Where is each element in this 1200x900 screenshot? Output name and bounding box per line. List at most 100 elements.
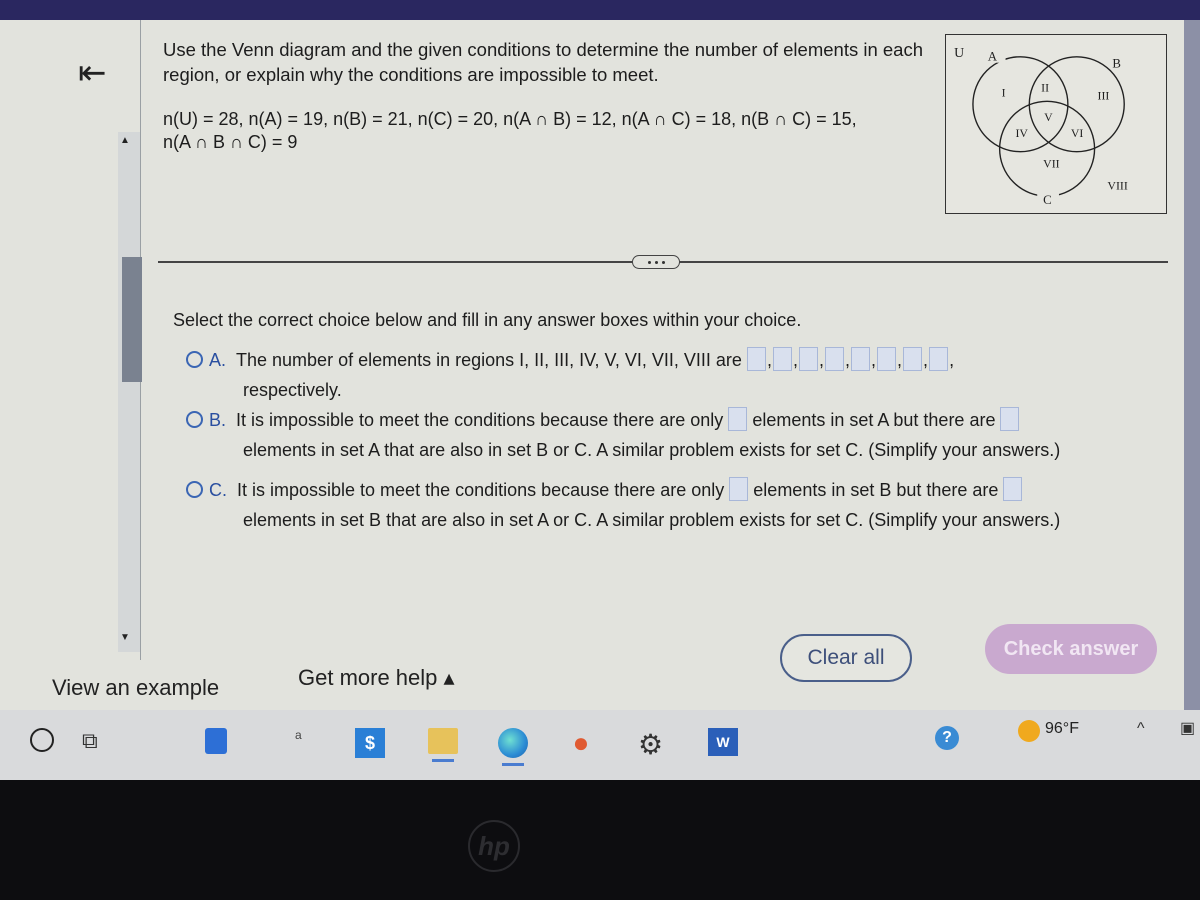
homework-app: ⇤ ▲ ▼ Use the Venn diagram and the given… [0, 20, 1200, 710]
taskbar-store[interactable] [205, 728, 227, 754]
blue-app-icon: $ [364, 732, 375, 753]
active-indicator [502, 763, 524, 766]
comma-separator: , [818, 350, 824, 370]
taskbar-settings[interactable]: ⚙ [638, 728, 663, 761]
choice-b-letter: B. [209, 410, 227, 430]
screen: ⇤ ▲ ▼ Use the Venn diagram and the given… [0, 0, 1200, 900]
comma-separator: , [792, 350, 798, 370]
choice-c-text-1: It is impossible to meet the conditions … [237, 480, 725, 500]
taskbar-app-a[interactable]: a [295, 728, 302, 742]
dot-icon [661, 260, 665, 264]
region-vii: VII [1043, 157, 1060, 171]
taskbar-edge[interactable] [498, 728, 528, 766]
choice-a-box-5[interactable] [851, 347, 871, 371]
choice-b-box-2[interactable] [1000, 407, 1020, 431]
active-indicator [432, 759, 454, 762]
app-a-icon: a [295, 728, 302, 742]
choice-c-text-3: elements in set B that are also in set A… [243, 510, 1061, 530]
question-scrollbar-track[interactable] [118, 132, 140, 652]
expand-more-button[interactable] [632, 255, 680, 269]
choice-c-box-2[interactable] [1003, 477, 1023, 501]
edge-browser-icon [498, 728, 528, 758]
choice-b-box-1[interactable] [728, 407, 748, 431]
word-icon: W [716, 734, 730, 750]
region-ii: II [1041, 80, 1049, 94]
choice-b-radio[interactable] [186, 411, 203, 428]
label-a: A [988, 50, 998, 64]
help-icon: ? [942, 729, 952, 746]
choice-a-text-after: respectively. [243, 380, 342, 400]
taskbar-search[interactable] [30, 728, 54, 752]
browser-top-bar [0, 0, 1200, 20]
weather-sun-icon[interactable] [1018, 720, 1040, 742]
check-answer-button[interactable]: Check answer [985, 624, 1157, 674]
store-icon [205, 728, 227, 754]
choice-b: B. It is impossible to meet the condition… [186, 405, 1146, 465]
choice-a-answer-boxes: ,,,,,,,, [746, 347, 955, 371]
region-viii: VIII [1107, 178, 1127, 192]
comma-separator: , [949, 350, 955, 370]
scroll-up-arrow-icon[interactable]: ▲ [120, 135, 130, 146]
choice-c-radio[interactable] [186, 481, 203, 498]
question-prompt: Use the Venn diagram and the given condi… [163, 39, 923, 85]
choice-a-box-2[interactable] [772, 347, 792, 371]
choice-a-box-7[interactable] [903, 347, 923, 371]
comma-separator: , [845, 350, 851, 370]
comma-separator: , [897, 350, 903, 370]
laptop-bezel [0, 780, 1200, 900]
choice-a-box-6[interactable] [877, 347, 897, 371]
hp-logo: hp [468, 820, 520, 872]
choice-a-text: The number of elements in regions I, II,… [236, 350, 742, 370]
question-conditions: n(U) = 28, n(A) = 19, n(B) = 21, n(C) = … [163, 108, 963, 154]
venn-svg: U A B C I II III IV V VI VII VIII [954, 45, 1128, 207]
label-c: C [1043, 193, 1052, 207]
choice-a-box-8[interactable] [929, 347, 949, 371]
choice-a-radio[interactable] [186, 351, 203, 368]
taskbar-file-explorer[interactable] [428, 728, 458, 762]
view-example-link[interactable]: View an example [52, 675, 219, 701]
choice-b-text-1: It is impossible to meet the conditions … [236, 410, 724, 430]
choice-b-text-3: elements in set A that are also in set B… [243, 440, 1061, 460]
choice-a-box-3[interactable] [798, 347, 818, 371]
clear-all-button[interactable]: Clear all [780, 634, 912, 682]
region-v: V [1044, 110, 1053, 124]
venn-diagram: U A B C I II III IV V VI VII VIII [945, 34, 1167, 214]
region-iv: IV [1015, 126, 1028, 140]
task-view-icon: ⧉ [82, 728, 98, 753]
choice-c: C. It is impossible to meet the condition… [186, 475, 1146, 535]
choice-b-text-2: elements in set A but there are [752, 410, 996, 430]
comma-separator: , [923, 350, 929, 370]
conditions-line-1: n(U) = 28, n(A) = 19, n(B) = 21, n(C) = … [163, 109, 857, 129]
gear-icon: ⚙ [638, 729, 664, 760]
region-i: I [1002, 85, 1006, 99]
taskbar-help[interactable]: ? [935, 726, 959, 750]
label-u: U [954, 45, 964, 60]
weather-temperature[interactable]: 96°F [1045, 720, 1079, 738]
choice-c-box-1[interactable] [729, 477, 749, 501]
windows-taskbar: ⧉ a $ ● ⚙ W ? 96°F ^ ▣ [0, 710, 1200, 780]
tray-chevron-icon[interactable]: ^ [1137, 720, 1145, 738]
right-scrollbar[interactable] [1184, 20, 1200, 710]
folder-icon [428, 728, 458, 754]
origin-icon: ● [572, 727, 590, 758]
choice-a-letter: A. [209, 350, 227, 370]
meet-camera-icon[interactable]: ▣ [1180, 718, 1195, 738]
label-b: B [1112, 57, 1121, 71]
choice-a-box-4[interactable] [825, 347, 844, 371]
region-vi: VI [1071, 126, 1084, 140]
choice-a-box-1[interactable] [746, 347, 766, 371]
taskbar-origin[interactable]: ● [568, 727, 594, 758]
taskbar-blue-app[interactable]: $ [355, 728, 385, 758]
dot-icon [654, 260, 658, 264]
comma-separator: , [766, 350, 772, 370]
get-more-help-link[interactable]: Get more help ▴ [298, 665, 455, 691]
taskbar-task-view[interactable]: ⧉ [82, 728, 98, 754]
conditions-line-2: n(A ∩ B ∩ C) = 9 [163, 132, 298, 152]
scroll-down-arrow-icon[interactable]: ▼ [120, 632, 130, 643]
collapse-back-icon[interactable]: ⇤ [78, 56, 107, 90]
question-scrollbar-thumb[interactable] [122, 257, 142, 382]
search-icon [30, 728, 54, 752]
region-iii: III [1098, 88, 1110, 102]
taskbar-word[interactable]: W [708, 728, 738, 756]
choice-c-letter: C. [209, 480, 227, 500]
